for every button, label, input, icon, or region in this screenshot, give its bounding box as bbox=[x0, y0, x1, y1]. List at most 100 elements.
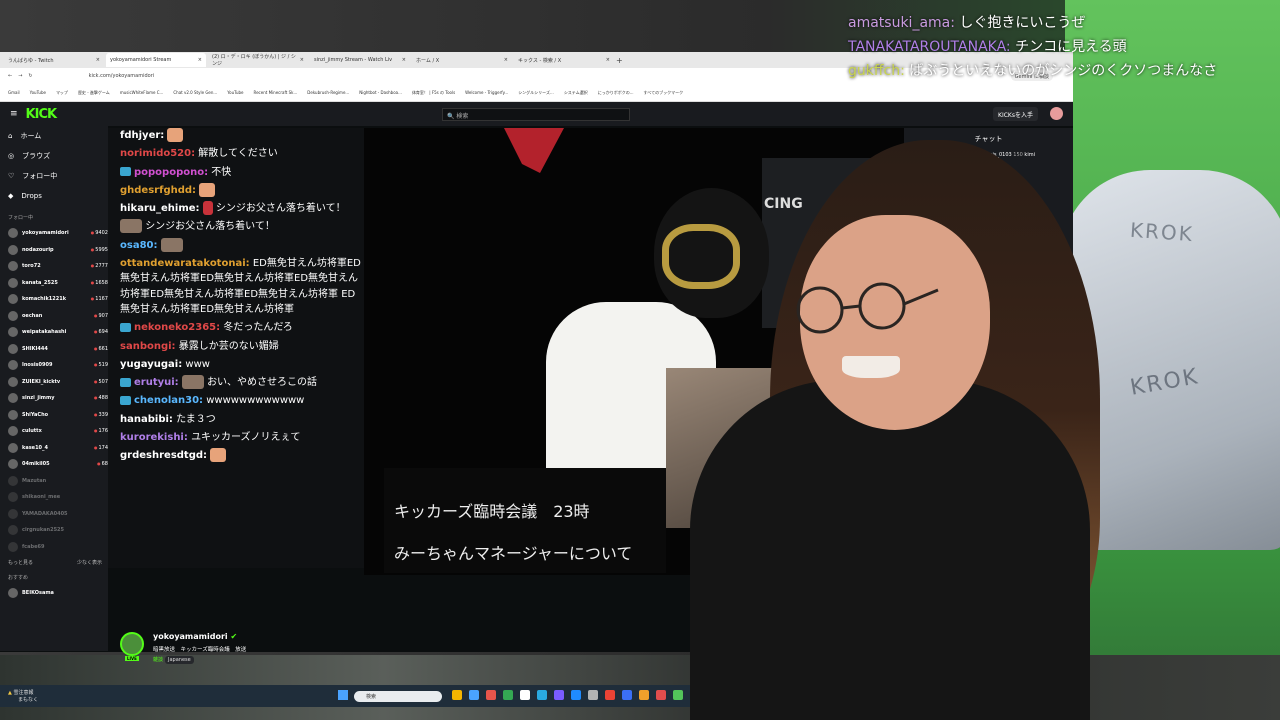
nav-browse[interactable]: ◎ ブラウズ bbox=[8, 146, 108, 166]
followed-channel[interactable]: 04mikil05 68 bbox=[8, 456, 108, 473]
avatar[interactable] bbox=[1050, 107, 1063, 120]
app-icon[interactable] bbox=[571, 690, 581, 700]
app-icon[interactable] bbox=[520, 690, 530, 700]
bookmark-item[interactable]: にっかりポポクの... bbox=[598, 90, 634, 96]
followed-channel[interactable]: kase10_4 174 bbox=[8, 440, 108, 457]
bookmark-item[interactable]: Recent Minecraft Sk... bbox=[254, 90, 298, 95]
followed-channel[interactable]: yokoyamamidori 9402 bbox=[8, 225, 108, 242]
bookmark-item[interactable]: すべてのブックマーク bbox=[644, 90, 684, 96]
app-icon[interactable] bbox=[554, 690, 564, 700]
followed-channel[interactable]: YAMADAKA0405 bbox=[8, 506, 108, 523]
bookmark-item[interactable]: 歴史 - 進撃ゲーム bbox=[78, 90, 110, 96]
app-icon[interactable] bbox=[656, 690, 666, 700]
chat-username[interactable]: norimido520: bbox=[120, 148, 195, 159]
chat-username[interactable]: chenolan30: bbox=[134, 395, 203, 406]
followed-channel[interactable]: kanata_2525 1658 bbox=[8, 275, 108, 292]
search-input[interactable]: 🔍 検索 bbox=[442, 108, 630, 121]
chat-username[interactable]: osa80: bbox=[120, 240, 158, 251]
bookmark-item[interactable]: Nightbot - Dashboa... bbox=[359, 90, 402, 95]
language-tag[interactable]: Japanese bbox=[165, 656, 194, 664]
bookmark-item[interactable]: Welcome - Triggerfy... bbox=[465, 90, 508, 95]
followed-channel[interactable]: Mazutan bbox=[8, 473, 108, 490]
chat-username[interactable]: yugayugai: bbox=[120, 359, 182, 370]
followed-channel[interactable]: ZUIEKI_kicktv 507 bbox=[8, 374, 108, 391]
followed-channel[interactable]: weipatakahashi 694 bbox=[8, 324, 108, 341]
menu-icon[interactable]: ≡ bbox=[10, 109, 18, 119]
chat-username[interactable]: ottandewaratakotonai: bbox=[120, 258, 250, 269]
app-icon[interactable] bbox=[452, 690, 462, 700]
followed-channel[interactable]: fcabe69 bbox=[8, 539, 108, 556]
followed-channel[interactable]: cirgnukan2525 bbox=[8, 522, 108, 539]
chat-username[interactable]: grdeshresdtgd: bbox=[120, 450, 207, 461]
chat-username[interactable]: hikaru_ehime: bbox=[120, 203, 200, 214]
streamer-avatar[interactable] bbox=[120, 632, 144, 656]
recommended-channel[interactable]: BEIKOsama bbox=[8, 585, 108, 602]
nav-drops[interactable]: ◆ Drops bbox=[8, 186, 108, 206]
browser-tab[interactable]: ホーム / X × bbox=[412, 53, 512, 67]
followed-channel[interactable]: toro72 2777 bbox=[8, 258, 108, 275]
bookmark-item[interactable]: YouTube bbox=[30, 90, 46, 95]
chat-username[interactable]: sanbongi: bbox=[120, 341, 176, 352]
app-icon[interactable] bbox=[537, 690, 547, 700]
taskbar-search[interactable]: 検索 bbox=[354, 691, 442, 702]
close-icon[interactable]: × bbox=[402, 57, 406, 63]
chat-username[interactable]: ghdesrfghdd: bbox=[120, 185, 196, 196]
browser-tab[interactable]: うんばらゆ - Twitch × bbox=[4, 53, 104, 67]
chat-username[interactable]: nekoneko2365: bbox=[134, 322, 220, 333]
chat-username[interactable]: erutyui: bbox=[134, 377, 179, 388]
app-icon[interactable] bbox=[503, 690, 513, 700]
followed-channel[interactable]: culuttx 176 bbox=[8, 423, 108, 440]
reload-icon[interactable]: ↻ bbox=[28, 73, 32, 79]
kick-logo[interactable]: KICK bbox=[26, 107, 58, 122]
bookmark-item[interactable]: musicWhiteFlame C... bbox=[120, 90, 164, 95]
forward-icon[interactable]: → bbox=[18, 73, 22, 79]
followed-channel[interactable]: ShiYaCho 339 bbox=[8, 407, 108, 424]
close-icon[interactable]: × bbox=[198, 57, 202, 63]
followed-channel[interactable]: nodazourip 5995 bbox=[8, 242, 108, 259]
browser-tab[interactable]: sinzi_jimmy Stream - Watch Liv × bbox=[310, 53, 410, 67]
bookmark-item[interactable]: Chat v2.0 Style Gen... bbox=[173, 90, 217, 95]
bookmark-item[interactable]: システム選択 bbox=[564, 90, 588, 96]
followed-channel[interactable]: sinzi_jimmy 488 bbox=[8, 390, 108, 407]
browser-tab[interactable]: (2) ロ・デ・ロキ (ぼうかん) | ジ / シンジ × bbox=[208, 53, 308, 67]
get-kicks-button[interactable]: KICKsを入手 bbox=[993, 107, 1038, 121]
app-icon[interactable] bbox=[605, 690, 615, 700]
nav-home[interactable]: ⌂ ホーム bbox=[8, 126, 108, 146]
show-more-link[interactable]: もっと見る bbox=[8, 559, 33, 566]
bookmark-item[interactable]: マップ bbox=[56, 90, 68, 96]
app-icon[interactable] bbox=[639, 690, 649, 700]
close-icon[interactable]: × bbox=[606, 57, 610, 63]
app-icon[interactable] bbox=[486, 690, 496, 700]
app-icon[interactable] bbox=[469, 690, 479, 700]
browser-tab-active[interactable]: yokoyamamidori Stream × bbox=[106, 53, 206, 67]
app-icon[interactable] bbox=[673, 690, 683, 700]
app-icon[interactable] bbox=[622, 690, 632, 700]
category-link[interactable]: 雑談 bbox=[153, 657, 163, 663]
streamer-name[interactable]: yokoyamamidori ✔ bbox=[153, 632, 237, 641]
windows-start-icon[interactable] bbox=[338, 690, 348, 700]
bookmark-item[interactable]: Dekubrush-Regime... bbox=[307, 90, 349, 95]
bookmark-item[interactable]: シングルシリーズ... bbox=[518, 90, 554, 96]
bookmark-item[interactable]: Gmail bbox=[8, 90, 20, 95]
bookmark-item[interactable]: YouTube bbox=[227, 90, 243, 95]
followed-channel[interactable]: komachik1221k 1167 bbox=[8, 291, 108, 308]
close-icon[interactable]: × bbox=[504, 57, 508, 63]
close-icon[interactable]: × bbox=[300, 57, 304, 63]
followed-channel[interactable]: oechan 907 bbox=[8, 308, 108, 325]
chat-username[interactable]: hanabibi: bbox=[120, 414, 173, 425]
chat-username[interactable]: popopopono: bbox=[134, 167, 208, 178]
weather-widget[interactable]: ▲ 雪注意報 まもなく bbox=[8, 689, 38, 703]
followed-channel[interactable]: SHIKI444 661 bbox=[8, 341, 108, 358]
close-icon[interactable]: × bbox=[96, 57, 100, 63]
bookmark-item[interactable]: 体育室！ | F5s の Tools bbox=[412, 90, 455, 96]
browser-tab[interactable]: キックス - 検索 / X × bbox=[514, 53, 614, 67]
chat-username[interactable]: kurorekishi: bbox=[120, 432, 188, 443]
new-tab-icon[interactable]: + bbox=[616, 56, 623, 65]
nav-following[interactable]: ♡ フォロー中 bbox=[8, 166, 108, 186]
followed-channel[interactable]: Inosis0909 519 bbox=[8, 357, 108, 374]
url-field[interactable]: kick.com/yokoyamamidori bbox=[39, 73, 439, 79]
app-icon[interactable] bbox=[588, 690, 598, 700]
back-icon[interactable]: ← bbox=[8, 73, 12, 79]
followed-channel[interactable]: shikaoni_mee bbox=[8, 489, 108, 506]
chat-username[interactable]: fdhjyer: bbox=[120, 130, 164, 141]
